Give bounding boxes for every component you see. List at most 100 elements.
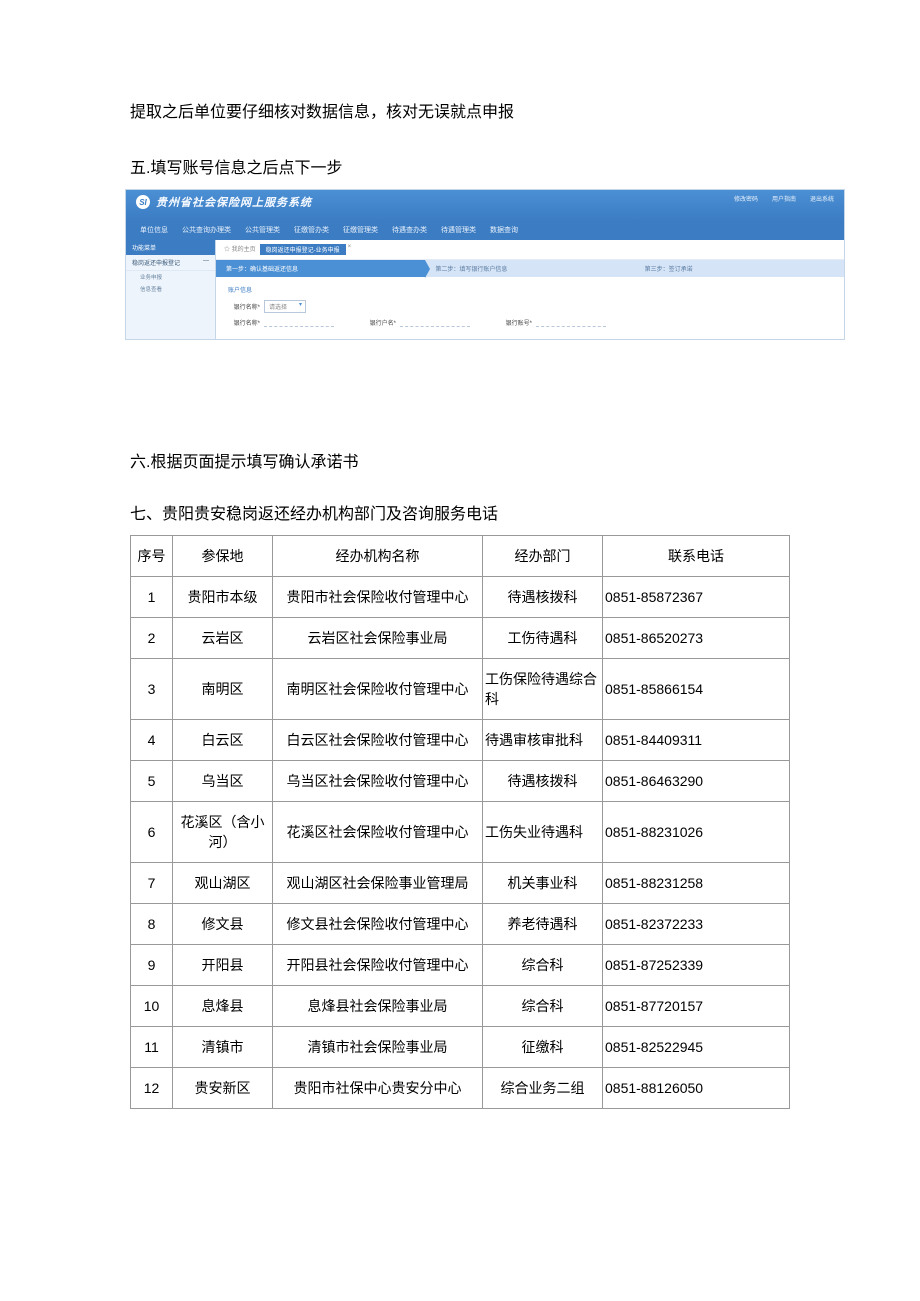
sidebar-item-wengang[interactable]: 稳岗返还申报登记 — [126, 255, 215, 271]
table-row: 8修文县修文县社会保险收付管理中心养老待遇科0851-82372233 [131, 904, 790, 945]
contact-table: 序号 参保地 经办机构名称 经办部门 联系电话 1贵阳市本级贵阳市社会保险收付管… [130, 535, 790, 1109]
instruction-text: 提取之后单位要仔细核对数据信息，核对无误就点申报 [130, 100, 790, 126]
cell-loc: 贵阳市本级 [173, 577, 273, 618]
step-1[interactable]: 第一步：确认基础返还信息 [216, 260, 425, 277]
bank-field-label: 银行名称* [228, 318, 260, 327]
cell-dept: 机关事业科 [483, 863, 603, 904]
bank-field-input[interactable] [264, 317, 334, 327]
cell-loc: 清镇市 [173, 1027, 273, 1068]
table-row: 10息烽县息烽县社会保险事业局综合科0851-87720157 [131, 986, 790, 1027]
cell-seq: 11 [131, 1027, 173, 1068]
cell-seq: 12 [131, 1068, 173, 1109]
cell-phone: 0851-86463290 [603, 761, 790, 802]
cell-seq: 4 [131, 720, 173, 761]
cell-loc: 开阳县 [173, 945, 273, 986]
table-row: 6花溪区（含小河）花溪区社会保险收付管理中心工伤失业待遇科0851-882310… [131, 802, 790, 863]
cell-seq: 10 [131, 986, 173, 1027]
cell-org: 贵阳市社会保险收付管理中心 [273, 577, 483, 618]
cell-phone: 0851-87720157 [603, 986, 790, 1027]
cell-seq: 3 [131, 659, 173, 720]
cell-phone: 0851-88126050 [603, 1068, 790, 1109]
cell-dept: 征缴科 [483, 1027, 603, 1068]
collapse-icon: — [203, 258, 209, 267]
nav-item[interactable]: 待遇管理类 [441, 225, 476, 235]
app-header: SI 贵州省社会保险网上服务系统 修改密码 用户指南 退出系统 [126, 190, 844, 222]
cell-org: 开阳县社会保险收付管理中心 [273, 945, 483, 986]
sidebar-sub-submit[interactable]: 业务申报 [126, 271, 215, 283]
cell-phone: 0851-82372233 [603, 904, 790, 945]
cell-dept: 综合科 [483, 986, 603, 1027]
breadcrumb: ☆ 我的主页 稳岗返还申报登记-业务申报 × [216, 240, 844, 260]
section5-title: 五.填写账号信息之后点下一步 [130, 156, 790, 182]
acct-num-input[interactable] [536, 317, 606, 327]
bank-name-label: 银行名称* [228, 302, 260, 311]
cell-org: 白云区社会保险收付管理中心 [273, 720, 483, 761]
link-change-password[interactable]: 修改密码 [734, 194, 758, 203]
cell-org: 云岩区社会保险事业局 [273, 618, 483, 659]
cell-loc: 白云区 [173, 720, 273, 761]
app-logo-icon: SI [136, 195, 150, 209]
app-screenshot: SI 贵州省社会保险网上服务系统 修改密码 用户指南 退出系统 单位信息 公共查… [125, 189, 845, 340]
cell-dept: 工伤保险待遇综合科 [483, 659, 603, 720]
th-org: 经办机构名称 [273, 536, 483, 577]
cell-loc: 乌当区 [173, 761, 273, 802]
nav-item[interactable]: 公共管理类 [245, 225, 280, 235]
table-row: 5乌当区乌当区社会保险收付管理中心待遇核拨科0851-86463290 [131, 761, 790, 802]
cell-phone: 0851-85872367 [603, 577, 790, 618]
cell-loc: 花溪区（含小河） [173, 802, 273, 863]
app-title: 贵州省社会保险网上服务系统 [156, 194, 312, 210]
acct-name-input[interactable] [400, 317, 470, 327]
cell-org: 南明区社会保险收付管理中心 [273, 659, 483, 720]
cell-dept: 综合科 [483, 945, 603, 986]
step-bar: 第一步：确认基础返还信息 第二步：填写银行账户信息 第三步：签订承诺 [216, 260, 844, 277]
cell-dept: 综合业务二组 [483, 1068, 603, 1109]
breadcrumb-home[interactable]: ☆ 我的主页 [224, 244, 256, 255]
th-phone: 联系电话 [603, 536, 790, 577]
table-row: 4白云区白云区社会保险收付管理中心待遇审核审批科0851-84409311 [131, 720, 790, 761]
th-seq: 序号 [131, 536, 173, 577]
nav-item[interactable]: 征缴管办类 [294, 225, 329, 235]
th-loc: 参保地 [173, 536, 273, 577]
app-main: ☆ 我的主页 稳岗返还申报登记-业务申报 × 第一步：确认基础返还信息 第二步：… [216, 240, 844, 339]
form-area: 账户信息 银行名称* 请选择 银行名称* 银行户名* [216, 277, 844, 339]
nav-item[interactable]: 公共查询办理类 [182, 225, 231, 235]
step-3[interactable]: 第三步：签订承诺 [635, 260, 844, 277]
nav-item[interactable]: 单位信息 [140, 225, 168, 235]
cell-seq: 9 [131, 945, 173, 986]
table-row: 2云岩区云岩区社会保险事业局工伤待遇科0851-86520273 [131, 618, 790, 659]
cell-loc: 贵安新区 [173, 1068, 273, 1109]
nav-item[interactable]: 征缴管理类 [343, 225, 378, 235]
table-row: 1贵阳市本级贵阳市社会保险收付管理中心待遇核拨科0851-85872367 [131, 577, 790, 618]
section6-title: 六.根据页面提示填写确认承诺书 [130, 450, 790, 476]
cell-org: 息烽县社会保险事业局 [273, 986, 483, 1027]
step-2[interactable]: 第二步：填写银行账户信息 [425, 260, 634, 277]
sidebar-sub-view[interactable]: 信息查看 [126, 283, 215, 295]
cell-phone: 0851-88231026 [603, 802, 790, 863]
cell-dept: 待遇核拨科 [483, 577, 603, 618]
link-user-guide[interactable]: 用户指南 [772, 194, 796, 203]
cell-loc: 南明区 [173, 659, 273, 720]
table-row: 9开阳县开阳县社会保险收付管理中心综合科0851-87252339 [131, 945, 790, 986]
table-row: 3南明区南明区社会保险收付管理中心工伤保险待遇综合科0851-85866154 [131, 659, 790, 720]
form-section-title: 账户信息 [228, 285, 832, 294]
cell-org: 清镇市社会保险事业局 [273, 1027, 483, 1068]
nav-item[interactable]: 待遇查办类 [392, 225, 427, 235]
acct-num-label: 银行账号* [500, 318, 532, 327]
cell-org: 观山湖区社会保险事业管理局 [273, 863, 483, 904]
cell-dept: 养老待遇科 [483, 904, 603, 945]
cell-org: 乌当区社会保险收付管理中心 [273, 761, 483, 802]
cell-seq: 1 [131, 577, 173, 618]
cell-dept: 待遇审核审批科 [483, 720, 603, 761]
link-logout[interactable]: 退出系统 [810, 194, 834, 203]
cell-phone: 0851-82522945 [603, 1027, 790, 1068]
cell-org: 贵阳市社保中心贵安分中心 [273, 1068, 483, 1109]
cell-phone: 0851-87252339 [603, 945, 790, 986]
close-tab-icon[interactable]: × [348, 244, 352, 255]
cell-seq: 7 [131, 863, 173, 904]
cell-loc: 云岩区 [173, 618, 273, 659]
nav-item[interactable]: 数据查询 [490, 225, 518, 235]
cell-seq: 6 [131, 802, 173, 863]
bank-name-select[interactable]: 请选择 [264, 300, 306, 313]
breadcrumb-active-tab[interactable]: 稳岗返还申报登记-业务申报 [260, 244, 346, 255]
cell-seq: 2 [131, 618, 173, 659]
